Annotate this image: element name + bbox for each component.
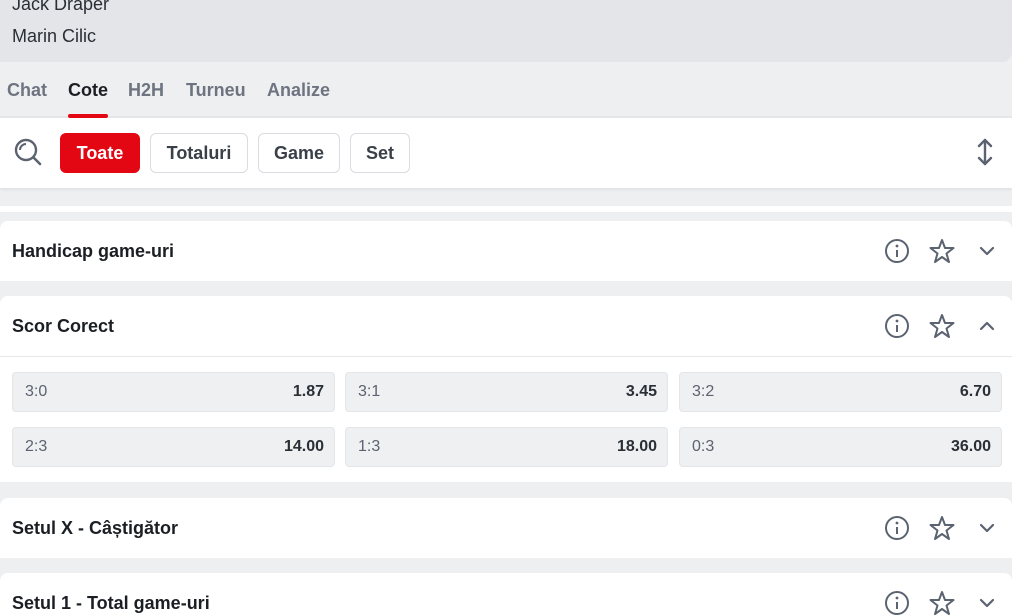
odd-button[interactable]: 0:3 36.00 — [679, 427, 1002, 467]
odd-button[interactable]: 1:3 18.00 — [345, 427, 668, 467]
odd-value: 14.00 — [283, 438, 324, 455]
star-icon[interactable] — [928, 237, 956, 265]
odd-button[interactable]: 3:1 3.45 — [345, 372, 668, 412]
chevron-down-icon[interactable] — [973, 237, 1001, 265]
market-title: Handicap game-uri — [12, 241, 175, 261]
odd-button[interactable]: 2:3 14.00 — [12, 427, 335, 467]
tab-turneu[interactable]: Turneu — [186, 80, 246, 101]
odd-button[interactable]: 3:2 6.70 — [679, 372, 1002, 412]
star-icon[interactable] — [928, 589, 956, 615]
market-title: Setul X - Câștigător — [12, 518, 179, 538]
filter-chip-totaluri[interactable]: Totaluri — [150, 133, 248, 173]
market-scor-corect: Scor Corect 3:0 1.87 3:1 3.45 3:2 6.70 2… — [0, 296, 1012, 482]
odd-label: 3:0 — [25, 383, 48, 400]
chevron-down-icon[interactable] — [973, 514, 1001, 542]
expand-collapse-icon[interactable] — [972, 136, 998, 168]
odd-value: 1.87 — [292, 383, 324, 400]
star-icon[interactable] — [928, 312, 956, 340]
odd-value: 18.00 — [616, 438, 657, 455]
market-title[interactable]: Scor Corect — [12, 316, 114, 337]
tab-chat[interactable]: Chat — [7, 80, 47, 101]
tab-bar: Chat Cote H2H Turneu Analize — [0, 62, 1012, 118]
info-icon[interactable] — [883, 312, 911, 340]
tab-analize[interactable]: Analize — [267, 80, 330, 101]
odd-value: 36.00 — [950, 438, 991, 455]
tab-cote[interactable]: Cote — [68, 80, 108, 101]
chevron-down-icon[interactable] — [973, 589, 1001, 615]
odd-label: 1:3 — [358, 438, 381, 455]
filter-bar: Toate Totaluri Game Set — [0, 118, 1012, 188]
player-1-name: Jack Draper — [12, 0, 110, 14]
odd-label: 0:3 — [692, 438, 715, 455]
filter-chip-game[interactable]: Game — [258, 133, 340, 173]
market-card-edge — [0, 206, 1012, 212]
filter-chip-set[interactable]: Set — [350, 133, 410, 173]
market-handicap-games[interactable]: Handicap game-uri — [0, 221, 1012, 281]
tab-h2h[interactable]: H2H — [128, 80, 164, 101]
odd-label: 2:3 — [25, 438, 48, 455]
search-icon[interactable] — [12, 136, 44, 168]
odd-button[interactable]: 3:0 1.87 — [12, 372, 335, 412]
market-set-1-total-games[interactable]: Setul 1 - Total game-uri — [0, 573, 1012, 615]
star-icon[interactable] — [928, 514, 956, 542]
odd-value: 3.45 — [625, 383, 657, 400]
market-set-x-winner[interactable]: Setul X - Câștigător — [0, 498, 1012, 558]
odd-label: 3:2 — [692, 383, 715, 400]
match-header: Jack Draper Marin Cilic — [0, 0, 1012, 62]
odd-value: 6.70 — [959, 383, 991, 400]
odd-label: 3:1 — [358, 383, 381, 400]
chevron-up-icon[interactable] — [973, 312, 1001, 340]
info-icon[interactable] — [883, 589, 911, 615]
player-2-name: Marin Cilic — [12, 26, 97, 46]
market-title: Setul 1 - Total game-uri — [12, 593, 210, 613]
info-icon[interactable] — [883, 514, 911, 542]
market-divider — [0, 356, 1012, 357]
info-icon[interactable] — [883, 237, 911, 265]
filter-chip-toate[interactable]: Toate — [60, 133, 140, 173]
